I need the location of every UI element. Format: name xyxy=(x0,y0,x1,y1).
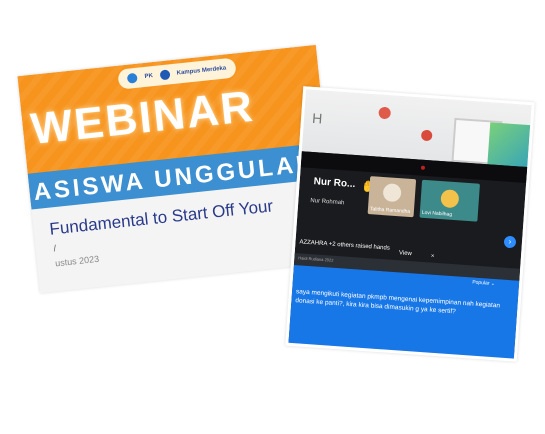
video-tile[interactable]: Lovi Nabilhag xyxy=(419,179,480,222)
participant-avatar xyxy=(382,183,402,203)
webinar-photo: PK Kampus Merdeka WEBINAR ASISWA UNGGULA… xyxy=(17,44,339,294)
participant-avatar xyxy=(440,189,460,209)
close-icon[interactable]: × xyxy=(431,254,435,260)
video-tile-label: Talitha Ramandha xyxy=(369,206,411,215)
slide-second-line: / xyxy=(53,243,57,254)
wall-letter: H xyxy=(311,109,323,127)
chat-sender: Haidi Rudiana 2022 xyxy=(298,255,334,263)
tut-wuri-logo-icon xyxy=(127,72,139,84)
video-tile-label: Lovi Nabilhag xyxy=(421,209,453,218)
zoom-screen-photo: H Nur Ro... ✋ Nur Rohmah Talitha Ramandh… xyxy=(285,86,535,362)
video-tile[interactable]: Talitha Ramandha xyxy=(367,176,417,218)
slide-date: ustus 2023 xyxy=(54,253,100,269)
kampus-merdeka-logo: Kampus Merdeka xyxy=(176,65,227,77)
pk-logo: PK xyxy=(144,73,154,80)
institution-logo-icon xyxy=(159,69,171,81)
view-button[interactable]: View xyxy=(399,250,412,257)
